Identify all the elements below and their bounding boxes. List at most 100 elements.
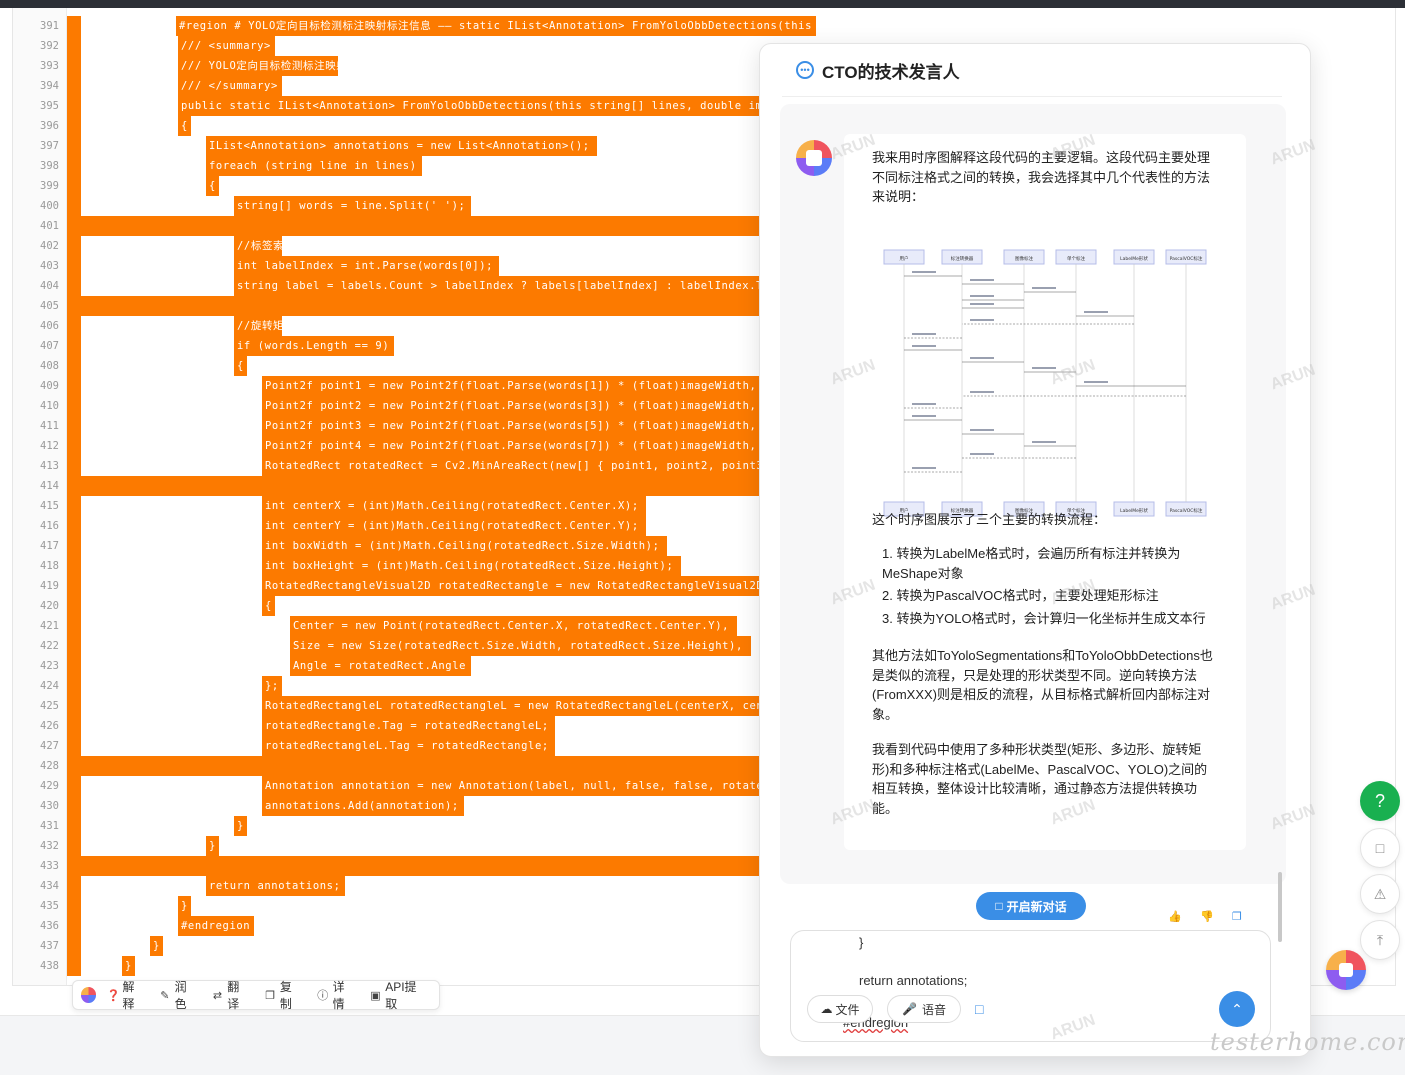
- scrollbar[interactable]: [1278, 872, 1282, 942]
- participant-label: PascalVOC标注: [1170, 255, 1203, 262]
- line-number: 393: [40, 60, 59, 72]
- explain-button[interactable]: ❓ 解释: [102, 978, 149, 1012]
- code-line: Point2f point1 = new Point2f(float.Parse…: [265, 380, 798, 392]
- translate-button[interactable]: ⇄ 翻译: [208, 978, 255, 1012]
- code-line: }: [181, 900, 188, 912]
- selection-edge: [67, 896, 81, 916]
- selection-edge: [67, 456, 81, 476]
- code-line: Angle = rotatedRect.Angle: [293, 660, 467, 672]
- code-line: int centerY = (int)Math.Ceiling(rotatedR…: [265, 520, 639, 532]
- report-button[interactable]: ⚠: [1360, 874, 1400, 914]
- message-label: [1084, 311, 1108, 313]
- selection-highlight: [74, 476, 764, 496]
- selection-edge: [67, 276, 81, 296]
- code-line: RotatedRect rotatedRect = Cv2.MinAreaRec…: [265, 460, 792, 472]
- line-number: 432: [40, 840, 59, 852]
- warning-icon: ⚠: [1373, 885, 1387, 902]
- selection-edge: [67, 336, 81, 356]
- attach-file-button[interactable]: ☁ 文件: [807, 995, 873, 1023]
- code-line: //标签索引: [237, 240, 296, 252]
- message-intro: 我来用时序图解释这段代码的主要逻辑。这段代码主要处理不同标注格式之间的转换，我会…: [872, 150, 1211, 204]
- line-number: 405: [40, 300, 59, 312]
- line-number-gutter: 391 392 393 394 395 396 397 398 399 400 401 402 403 4…: [13, 8, 67, 985]
- message-label: [1032, 441, 1056, 443]
- code-line: if (words.Length == 9): [237, 340, 390, 352]
- line-number: 423: [40, 660, 59, 672]
- participant-label: 用户: [900, 255, 909, 262]
- arrow-to-top-icon: ⤒: [1376, 931, 1384, 948]
- line-number: 417: [40, 540, 59, 552]
- copy-icon[interactable]: ❐: [1232, 910, 1242, 923]
- line-number: 400: [40, 200, 59, 212]
- message-list[interactable]: 我来用时序图解释这段代码的主要逻辑。这段代码主要处理不同标注格式之间的转换，我会…: [780, 104, 1286, 942]
- cloud-upload-icon: ☁: [820, 1002, 833, 1016]
- code-line: Annotation annotation = new Annotation(l…: [265, 780, 792, 792]
- sequence-diagram-image: 用户用户标注转换器标注转换器图像标注图像标注单个标注单个标注LabelMe形状L…: [872, 246, 1217, 530]
- message-paragraph: 其他方法如ToYoloSegmentations和ToYoloObbDetect…: [872, 648, 1213, 722]
- selection-edge: [67, 676, 81, 696]
- selection-edge: [67, 836, 81, 856]
- selection-highlight: [74, 756, 764, 776]
- participant-label: LabelMe形状: [1120, 255, 1148, 262]
- message-label: [912, 403, 936, 405]
- info-icon: ⓘ: [317, 990, 329, 1002]
- thumbs-up-icon[interactable]: 👍: [1168, 910, 1182, 923]
- message-label: [970, 303, 994, 305]
- new-chat-button[interactable]: □ 开启新对话: [976, 892, 1086, 920]
- back-to-top-button[interactable]: ⤒: [1360, 920, 1400, 960]
- code-line: /// </summary>: [181, 80, 278, 92]
- code-line: int centerX = (int)Math.Ceiling(rotatedR…: [265, 500, 639, 512]
- selection-edge: [67, 116, 81, 136]
- polish-button[interactable]: ✎ 润色: [155, 978, 202, 1012]
- selection-edge: [67, 256, 81, 276]
- line-number: 409: [40, 380, 59, 392]
- line-number: 416: [40, 520, 59, 532]
- voice-button[interactable]: 🎤 语音: [887, 995, 961, 1023]
- selection-toolbar: ❓ 解释 ✎ 润色 ⇄ 翻译 ❐ 复制 ⓘ 详情 ▣ API提取: [72, 978, 440, 1012]
- chat-panel: ••• CTO的技术发言人 我来用时序图解释这段代码的主要逻辑。这段代码主要处理…: [759, 43, 1318, 1057]
- selection-edge: [67, 176, 81, 196]
- message-label: [970, 357, 994, 359]
- code-line: rotatedRectangle.Tag = rotatedRectangleL…: [265, 720, 549, 732]
- code-line: {: [209, 180, 216, 192]
- help-button[interactable]: ?: [1360, 781, 1400, 821]
- send-button[interactable]: ⌃: [1219, 991, 1255, 1027]
- line-number: 403: [40, 260, 59, 272]
- participant-label: 标注转换器: [951, 255, 974, 262]
- selection-edge: [67, 436, 81, 456]
- line-number: 419: [40, 580, 59, 592]
- copy-button[interactable]: ❐ 复制: [260, 978, 307, 1012]
- selection-edge: [67, 856, 81, 876]
- assistant-float-logo[interactable]: [1326, 950, 1366, 990]
- code-line: return annotations;: [209, 880, 341, 892]
- code-line: annotations.Add(annotation);: [265, 800, 459, 812]
- thumbs-down-icon[interactable]: 👎: [1200, 910, 1214, 923]
- input-line: }: [859, 935, 864, 950]
- message-label: [1032, 287, 1056, 289]
- feedback-button[interactable]: □: [1360, 828, 1400, 868]
- line-number: 438: [40, 960, 59, 972]
- code-line: RotatedRectangleVisual2D rotatedRectangl…: [265, 580, 778, 592]
- details-button[interactable]: ⓘ 详情: [313, 978, 360, 1012]
- line-number: 411: [40, 420, 59, 432]
- selection-edge: [67, 796, 81, 816]
- chat-title: CTO的技术发言人: [822, 62, 960, 82]
- line-number: 414: [40, 480, 59, 492]
- selection-edge: [67, 416, 81, 436]
- line-number: 422: [40, 640, 59, 652]
- site-watermark: testerhome.com: [1210, 1028, 1405, 1056]
- line-number: 424: [40, 680, 59, 692]
- header-divider: [782, 96, 1282, 97]
- chat-mode-icon[interactable]: □: [975, 1001, 983, 1017]
- selection-edge: [67, 396, 81, 416]
- list-item: 2. 转换为PascalVOC格式时，主要处理矩形标注: [882, 588, 1159, 603]
- message-paragraph: 我看到代码中使用了多种形状类型(矩形、多边形、旋转矩形)和多种标注格式(Labe…: [872, 742, 1208, 816]
- selection-edge: [67, 516, 81, 536]
- line-number: 434: [40, 880, 59, 892]
- line-number: 418: [40, 560, 59, 572]
- list-item: 3. 转换为YOLO格式时，会计算归一化坐标并生成文本行: [882, 611, 1206, 626]
- selection-edge: [67, 56, 81, 76]
- api-extract-button[interactable]: ▣ API提取: [366, 978, 431, 1012]
- code-line: RotatedRectangleL rotatedRectangleL = ne…: [265, 700, 792, 712]
- chat-input[interactable]: } return annotations; #endregion ☁ 文件 🎤 语音…: [790, 930, 1271, 1042]
